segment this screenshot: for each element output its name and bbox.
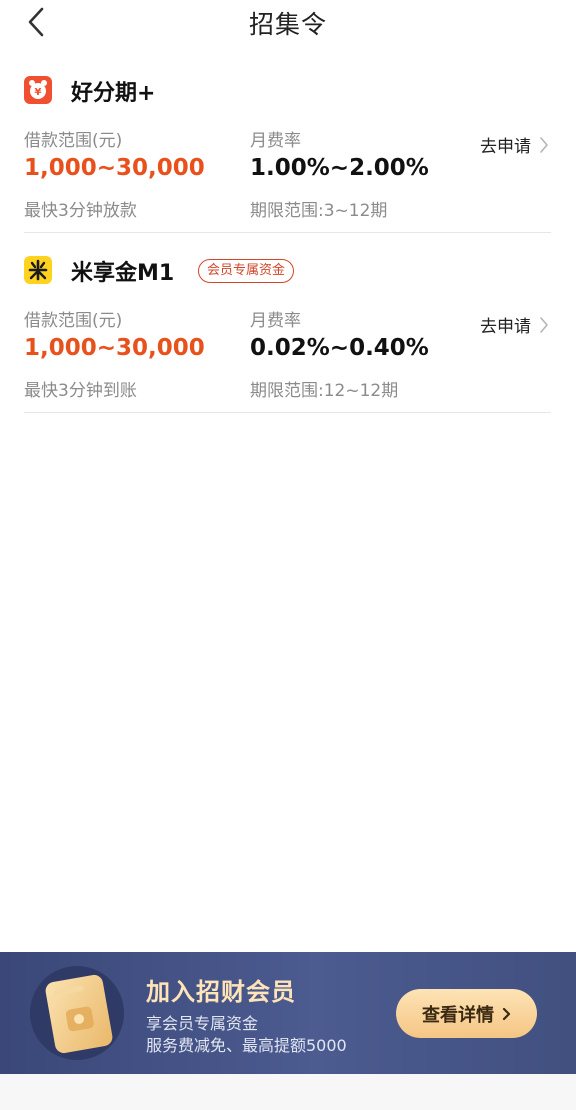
term-text: 期限范围:12~12期 (250, 381, 399, 401)
top-bar: 招集令 (0, 0, 576, 46)
speed-text: 最快3分钟到账 (24, 381, 137, 401)
mi-logo-icon (24, 256, 52, 284)
chevron-right-icon (539, 316, 549, 334)
term-text: 期限范围:3~12期 (250, 201, 388, 221)
member-exclusive-badge: 会员专属资金 (198, 259, 295, 283)
product-name: 米享金M1 (71, 261, 175, 286)
apply-label: 去申请 (480, 137, 531, 157)
view-details-button[interactable]: 查看详情 (396, 989, 537, 1038)
rate-label: 月费率 (250, 311, 301, 331)
bottom-safe-area (0, 1074, 576, 1110)
svg-text:¥: ¥ (35, 87, 42, 98)
page-title: 招集令 (248, 10, 327, 39)
view-details-label: 查看详情 (422, 1004, 494, 1026)
apply-button[interactable]: 去申请 (480, 312, 549, 337)
apply-label: 去申请 (480, 317, 531, 337)
membership-banner[interactable]: 加入招财会员 享会员专属资金 服务费减免、最高提额5000 查看详情 (0, 952, 576, 1074)
alarm-clock-yen-icon: ¥ (24, 76, 52, 104)
amount-label: 借款范围(元) (24, 131, 123, 151)
rate-range: 1.00%~2.00% (250, 155, 429, 181)
product-card: 米享金M1 会员专属资金 借款范围(元) 1,000~30,000 最快3分钟到… (24, 234, 551, 413)
banner-subtitle: 享会员专属资金 (146, 1014, 259, 1033)
amount-range: 1,000~30,000 (24, 155, 205, 181)
chevron-right-icon (539, 136, 549, 154)
membership-card-icon (28, 964, 126, 1062)
amount-range: 1,000~30,000 (24, 335, 205, 361)
product-name: 好分期+ (71, 81, 156, 106)
rate-range: 0.02%~0.40% (250, 335, 429, 361)
banner-benefits: 服务费减免、最高提额5000 (146, 1036, 347, 1055)
banner-title: 加入招财会员 (146, 978, 296, 1006)
chevron-right-icon (502, 1007, 511, 1021)
speed-text: 最快3分钟放款 (24, 201, 137, 221)
rate-label: 月费率 (250, 131, 301, 151)
product-card: ¥ 好分期+ 借款范围(元) 1,000~30,000 最快3分钟放款 月费率 … (24, 54, 551, 233)
apply-button[interactable]: 去申请 (480, 132, 549, 157)
amount-label: 借款范围(元) (24, 311, 123, 331)
